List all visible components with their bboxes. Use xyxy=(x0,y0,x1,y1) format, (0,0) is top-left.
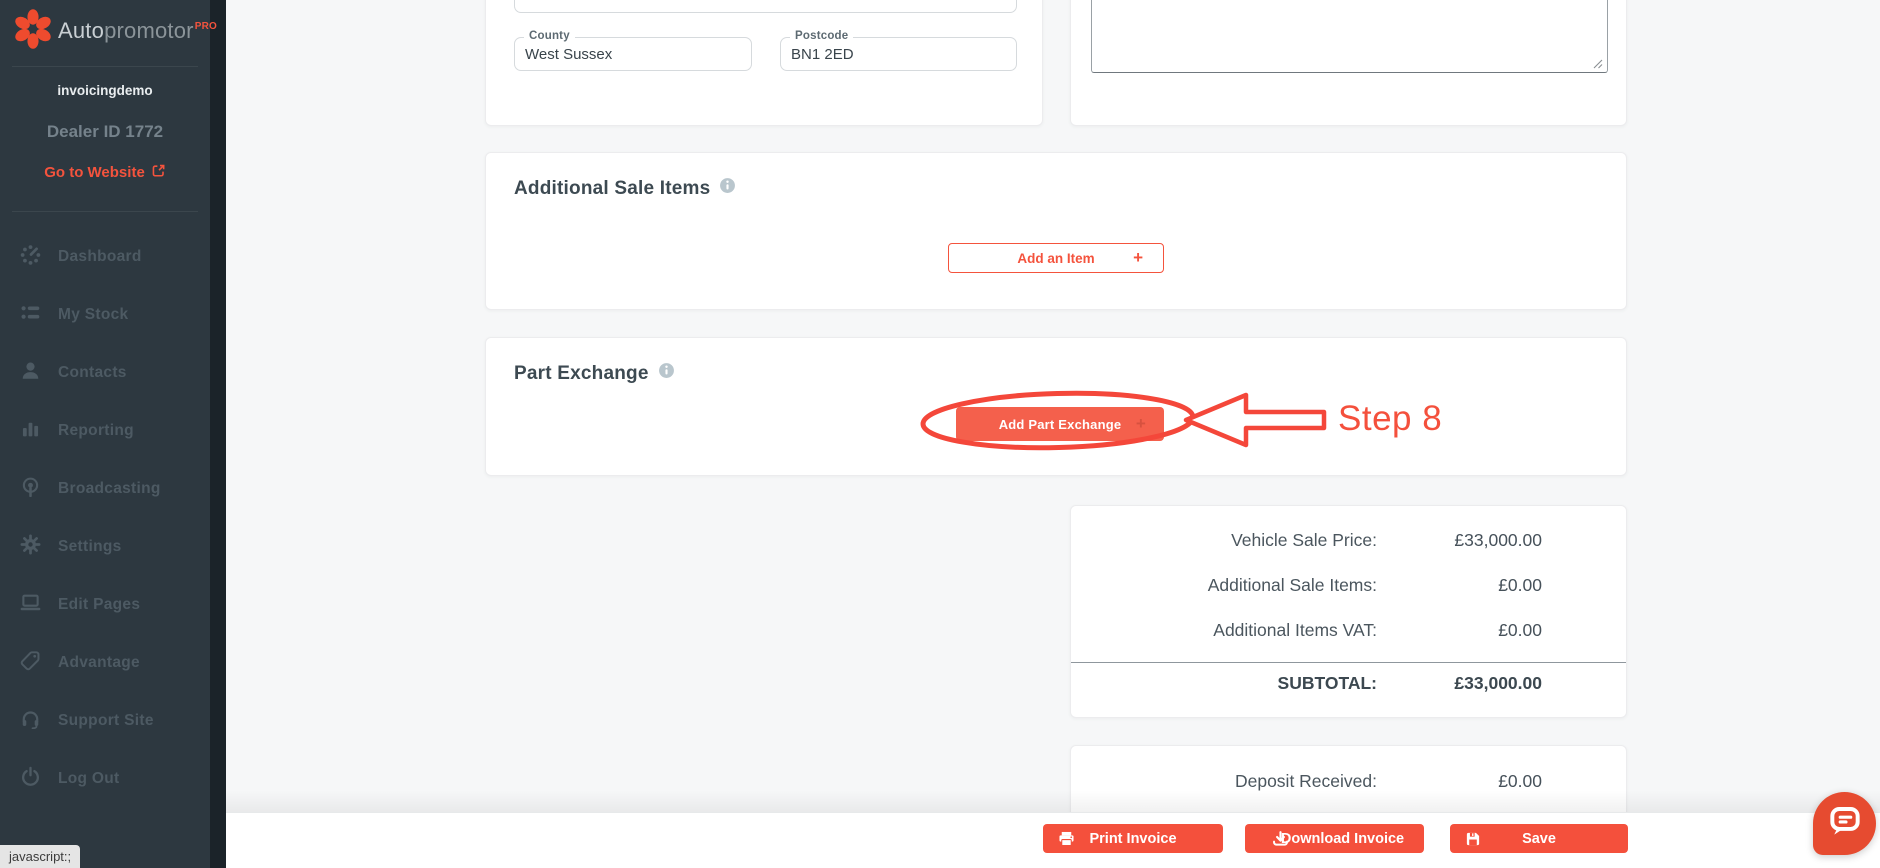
totals-row-label: Additional Sale Items: xyxy=(1071,575,1377,601)
totals-row: Additional Sale Items: £0.00 xyxy=(1071,575,1626,601)
sidebar-divider xyxy=(12,211,198,212)
sidebar-item-label: Reporting xyxy=(58,422,134,440)
sidebar-item-settings[interactable]: Settings xyxy=(0,518,210,576)
account-name: invoicingdemo xyxy=(0,83,210,98)
link-status-tooltip: javascript:; xyxy=(0,845,80,868)
print-invoice-label: Print Invoice xyxy=(1043,824,1223,853)
save-label: Save xyxy=(1450,824,1628,853)
notes-textarea[interactable] xyxy=(1091,0,1608,73)
part-exchange-heading: Part Exchange xyxy=(514,362,675,385)
totals-row-value: £0.00 xyxy=(1377,620,1542,646)
sidebar-item-broadcasting[interactable]: Broadcasting xyxy=(0,460,210,518)
postcode-field[interactable]: Postcode xyxy=(780,37,1017,71)
sidebar-item-my-stock[interactable]: My Stock xyxy=(0,286,210,344)
sidebar-item-label: Settings xyxy=(58,538,122,556)
advantage-tag-icon xyxy=(20,650,41,676)
plus-icon: + xyxy=(1136,414,1146,434)
external-link-icon xyxy=(151,163,166,182)
sidebar-edge-strip xyxy=(210,0,226,868)
sidebar-item-label: Contacts xyxy=(58,364,127,382)
edit-pages-icon xyxy=(20,592,41,618)
reporting-icon xyxy=(20,418,41,444)
sidebar-item-log-out[interactable]: Log Out xyxy=(0,750,210,808)
add-an-item-button[interactable]: Add an Item + xyxy=(948,243,1164,273)
broadcasting-icon xyxy=(20,476,41,502)
sidebar-item-label: Edit Pages xyxy=(58,596,140,614)
contacts-icon xyxy=(20,360,41,386)
print-invoice-button[interactable]: Print Invoice xyxy=(1043,824,1223,853)
flower-logo-icon xyxy=(11,7,55,56)
county-input[interactable] xyxy=(525,38,741,70)
sidebar-item-dashboard[interactable]: Dashboard xyxy=(0,228,210,286)
footer-action-bar: Print Invoice Download Invoice xyxy=(226,812,1880,868)
chat-bubble-icon xyxy=(1826,802,1864,845)
sidebar-item-label: Support Site xyxy=(58,712,154,730)
go-to-website-label: Go to Website xyxy=(44,164,145,181)
headset-icon xyxy=(20,708,41,734)
additional-sale-items-card: Additional Sale Items Add an Item + xyxy=(485,152,1627,310)
address-field-partial[interactable] xyxy=(514,0,1017,13)
sidebar-nav: Dashboard My Stock Conta xyxy=(0,228,210,808)
address-card: County Postcode xyxy=(485,0,1043,126)
deposit-label: Deposit Received: xyxy=(1071,771,1377,797)
subtotal-value: £33,000.00 xyxy=(1377,673,1542,699)
settings-icon xyxy=(20,534,41,560)
power-icon xyxy=(20,766,41,792)
chat-widget-button[interactable] xyxy=(1813,792,1876,855)
download-invoice-label: Download Invoice xyxy=(1245,824,1424,853)
subtotal-row: SUBTOTAL: £33,000.00 xyxy=(1071,673,1626,699)
stock-list-icon xyxy=(20,302,41,328)
sidebar-item-advantage[interactable]: Advantage xyxy=(0,634,210,692)
totals-row: Additional Items VAT: £0.00 xyxy=(1071,620,1626,646)
part-exchange-card: Part Exchange Add Part Exchange + xyxy=(485,337,1627,476)
totals-row-value: £0.00 xyxy=(1377,575,1542,601)
county-field[interactable]: County xyxy=(514,37,752,71)
sidebar-item-reporting[interactable]: Reporting xyxy=(0,402,210,460)
sidebar-item-support-site[interactable]: Support Site xyxy=(0,692,210,750)
dealer-id: Dealer ID 1772 xyxy=(0,122,210,142)
add-part-exchange-button[interactable]: Add Part Exchange + xyxy=(956,407,1164,441)
plus-icon: + xyxy=(1133,248,1143,268)
sidebar-item-label: Log Out xyxy=(58,770,120,788)
deposit-row: Deposit Received: £0.00 xyxy=(1071,771,1626,797)
notes-card xyxy=(1070,0,1627,126)
app-root: AutopromotorPRO invoicingdemo Dealer ID … xyxy=(0,0,1880,868)
sidebar-item-label: Dashboard xyxy=(58,248,142,266)
sidebar-item-edit-pages[interactable]: Edit Pages xyxy=(0,576,210,634)
download-invoice-button[interactable]: Download Invoice xyxy=(1245,824,1424,853)
brand-name: AutopromotorPRO xyxy=(58,18,217,44)
sidebar-item-label: Advantage xyxy=(58,654,140,672)
info-icon[interactable] xyxy=(719,177,736,200)
brand-logo[interactable]: AutopromotorPRO xyxy=(11,7,207,55)
section-title: Additional Sale Items xyxy=(514,178,710,200)
main-content: County Postcode Additional Sale Items xyxy=(226,0,1880,868)
add-an-item-label: Add an Item xyxy=(1017,251,1094,266)
info-icon[interactable] xyxy=(658,362,675,385)
sidebar-divider xyxy=(12,66,198,67)
go-to-website-link[interactable]: Go to Website xyxy=(0,163,210,182)
section-title: Part Exchange xyxy=(514,363,649,385)
subtotal-label: SUBTOTAL: xyxy=(1071,673,1377,699)
sidebar-item-label: Broadcasting xyxy=(58,480,161,498)
totals-card: Vehicle Sale Price: £33,000.00 Additiona… xyxy=(1070,505,1627,718)
save-button[interactable]: Save xyxy=(1450,824,1628,853)
totals-row-label: Vehicle Sale Price: xyxy=(1071,530,1377,556)
sidebar-item-label: My Stock xyxy=(58,306,128,324)
add-part-exchange-label: Add Part Exchange xyxy=(999,417,1122,432)
postcode-input[interactable] xyxy=(791,38,1006,70)
totals-divider xyxy=(1071,662,1626,663)
totals-row-label: Additional Items VAT: xyxy=(1071,620,1377,646)
address-input[interactable] xyxy=(525,0,1006,12)
sidebar: AutopromotorPRO invoicingdemo Dealer ID … xyxy=(0,0,226,868)
step8-annotation-label: Step 8 xyxy=(1338,399,1442,439)
additional-sale-items-heading: Additional Sale Items xyxy=(514,177,736,200)
sidebar-item-contacts[interactable]: Contacts xyxy=(0,344,210,402)
totals-row-value: £33,000.00 xyxy=(1377,530,1542,556)
deposit-value: £0.00 xyxy=(1377,771,1542,797)
totals-row: Vehicle Sale Price: £33,000.00 xyxy=(1071,530,1626,556)
dashboard-icon xyxy=(20,244,41,270)
